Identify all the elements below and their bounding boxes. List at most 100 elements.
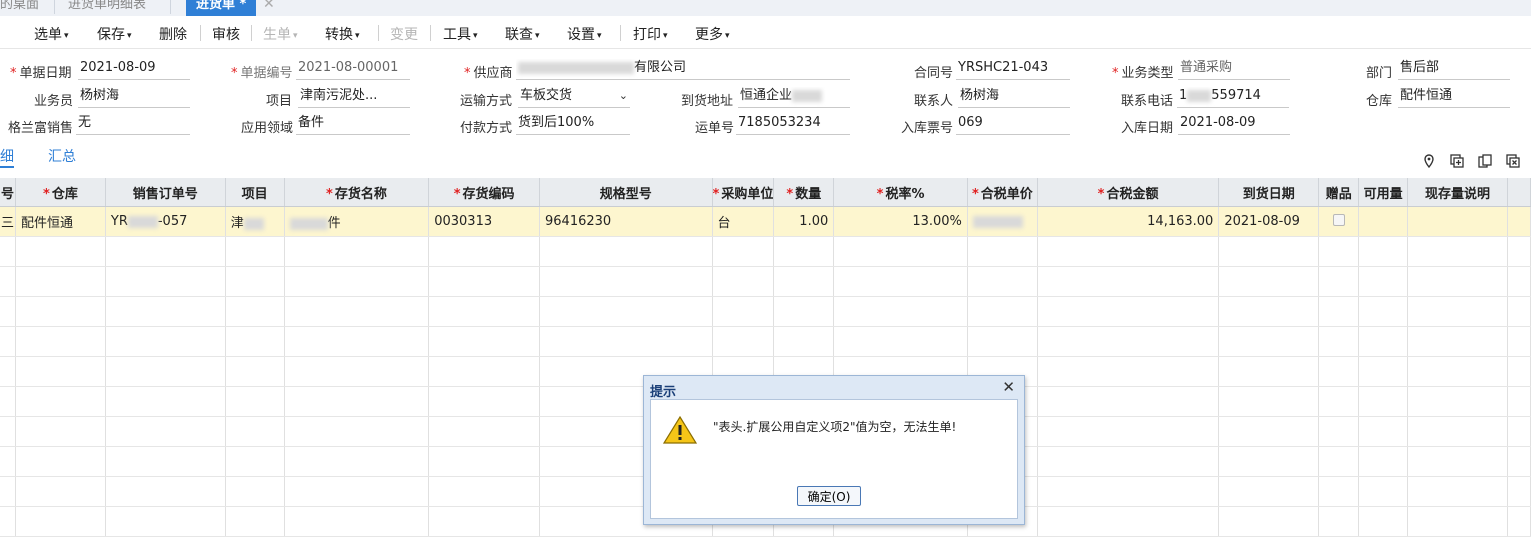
sales-order-prefix: YR <box>110 214 128 229</box>
cell-amount[interactable]: 14,163.00 <box>1037 206 1220 237</box>
cell-item-code[interactable]: 0030313 <box>428 206 540 237</box>
tools-button[interactable]: 工具 ▾ <box>443 24 478 44</box>
toolbar-separator <box>200 25 201 41</box>
table-row[interactable]: 三 配件恒通 YR -057 津 件 0030313 96416230 台 1.0… <box>0 206 1531 237</box>
in-date-field[interactable]: 2021-08-09 <box>1178 114 1290 135</box>
print-button[interactable]: 打印 ▾ <box>633 24 668 44</box>
toolbar-separator <box>251 25 252 41</box>
project-value: 津 <box>230 216 244 231</box>
col-header-spec[interactable]: 规格型号 <box>539 178 713 207</box>
payment-field[interactable]: 货到后100% <box>516 114 630 135</box>
save-button[interactable]: 保存 ▾ <box>97 24 132 44</box>
add-row-icon[interactable] <box>1450 154 1464 168</box>
settings-button[interactable]: 设置 ▾ <box>567 24 602 44</box>
invoice-no-label: 入库票号 <box>901 121 954 136</box>
col-header-amount[interactable]: * 合税金额 <box>1037 178 1220 207</box>
location-icon[interactable] <box>1422 154 1436 169</box>
table-row[interactable] <box>0 296 1531 327</box>
save-label: 保存 <box>97 27 125 43</box>
delete-row-icon[interactable] <box>1506 154 1520 168</box>
table-row[interactable] <box>0 236 1531 267</box>
tab-purchase-order[interactable]: 进货单 * <box>186 0 257 16</box>
change-button[interactable]: 变更 <box>390 24 418 44</box>
delivery-addr-field[interactable]: 恒通企业 <box>738 87 850 108</box>
select-order-label: 选单 <box>34 27 62 43</box>
app-field-field[interactable]: 备件 <box>296 114 410 135</box>
col-header-item-code[interactable]: * 存货编码 <box>428 178 540 207</box>
phone-label: 联系电话 <box>1121 94 1174 109</box>
supplier-field[interactable]: 有限公司 <box>516 59 850 80</box>
col-header-project[interactable]: 项目 <box>225 178 285 207</box>
cell-spec[interactable]: 96416230 <box>539 206 713 237</box>
more-label: 更多 <box>695 27 723 43</box>
ok-button[interactable]: 确定(O) <box>797 486 861 506</box>
audit-button[interactable]: 审核 <box>212 24 240 44</box>
project-label: 项目 <box>266 94 293 109</box>
gift-checkbox[interactable] <box>1332 213 1345 226</box>
col-header-available[interactable]: 可用量 <box>1358 178 1409 207</box>
col-header-index[interactable]: 号 <box>0 178 17 207</box>
cell-qty[interactable]: 1.00 <box>773 206 835 237</box>
cell-tax-rate[interactable]: 13.00% <box>833 206 968 237</box>
cell-sales-order[interactable]: YR -057 <box>105 206 226 237</box>
cell-project[interactable]: 津 <box>225 206 285 237</box>
doc-no-label: * 单据编号 <box>231 66 293 81</box>
redacted-text <box>792 89 823 102</box>
toolbar-separator <box>620 25 621 41</box>
link-query-button[interactable]: 联查 ▾ <box>505 24 540 44</box>
contract-field[interactable]: YRSHC21-043 <box>956 59 1070 80</box>
tab-summary[interactable]: 汇总 <box>48 146 76 166</box>
tab-separator <box>170 0 171 14</box>
salesman-field[interactable]: 杨树海 <box>78 87 190 108</box>
project-field[interactable]: 津南污泥处... <box>298 87 410 108</box>
waybill-label: 运单号 <box>695 121 735 136</box>
col-header-sales-order[interactable]: 销售订单号 <box>105 178 226 207</box>
tab-desktop[interactable]: 的桌面 <box>0 0 39 16</box>
table-row[interactable] <box>0 266 1531 297</box>
col-header-stock-note[interactable]: 现存量说明 <box>1407 178 1508 207</box>
cell-warehouse[interactable]: 配件恒通 <box>15 206 106 237</box>
select-order-button[interactable]: 选单 ▾ <box>34 24 69 44</box>
doc-no-field[interactable]: 2021-08-00001 <box>296 59 410 80</box>
convert-button[interactable]: 转换 ▾ <box>325 24 360 44</box>
warehouse-field[interactable]: 配件恒通 <box>1398 87 1510 108</box>
cell-item-name[interactable]: 件 <box>284 206 430 237</box>
copy-row-icon[interactable] <box>1478 154 1492 168</box>
contact-field[interactable]: 杨树海 <box>958 87 1070 108</box>
invoice-no-field[interactable]: 069 <box>956 114 1070 135</box>
col-header-tax-rate[interactable]: * 税率% <box>833 178 968 207</box>
col-header-warehouse[interactable]: * 仓库 <box>15 178 106 207</box>
dept-field[interactable]: 售后部 <box>1398 59 1510 80</box>
delete-button[interactable]: 删除 <box>159 24 187 44</box>
chevron-down-icon: ▾ <box>663 31 668 41</box>
close-icon[interactable]: ✕ <box>1002 378 1015 396</box>
phone-field[interactable]: 1 559714 <box>1177 87 1289 108</box>
table-row[interactable] <box>0 326 1531 357</box>
col-header-unit-price[interactable]: * 合税单价 <box>967 178 1038 207</box>
doc-date-field[interactable]: 2021-08-09 <box>78 59 190 80</box>
tab-purchase-detail-report[interactable]: 进货单明细表 <box>68 0 146 16</box>
tab-detail[interactable]: 细 <box>0 146 14 168</box>
cell-unit-price[interactable] <box>967 206 1038 237</box>
generate-order-button[interactable]: 生单 ▾ <box>263 24 298 44</box>
col-header-gift[interactable]: 赠品 <box>1318 178 1360 207</box>
app-field-label: 应用领域 <box>241 121 294 136</box>
col-header-item-name[interactable]: * 存货名称 <box>284 178 430 207</box>
col-header-qty[interactable]: * 数量 <box>773 178 835 207</box>
col-header-arrive-date[interactable]: 到货日期 <box>1218 178 1320 207</box>
biz-type-field[interactable]: 普通采购 <box>1178 59 1290 80</box>
col-header-unit[interactable]: * 采购单位 <box>712 178 775 207</box>
cell-arrive-date[interactable]: 2021-08-09 <box>1218 206 1320 237</box>
transport-select[interactable]: 车板交货 ⌄ <box>518 87 630 108</box>
redacted-text <box>1187 89 1212 102</box>
chevron-down-icon[interactable]: ⌄ <box>619 87 628 105</box>
close-tab-icon[interactable]: ✕ <box>263 0 275 12</box>
redacted-text <box>127 215 158 228</box>
chevron-down-icon: ▾ <box>64 31 69 41</box>
waybill-field[interactable]: 7185053234 <box>736 114 850 135</box>
glf-sales-field[interactable]: 无 <box>76 114 190 135</box>
salesman-label: 业务员 <box>34 94 74 109</box>
more-button[interactable]: 更多 ▾ <box>695 24 730 44</box>
phone-prefix: 1 <box>1179 88 1188 103</box>
cell-unit[interactable]: 台 <box>712 206 775 237</box>
